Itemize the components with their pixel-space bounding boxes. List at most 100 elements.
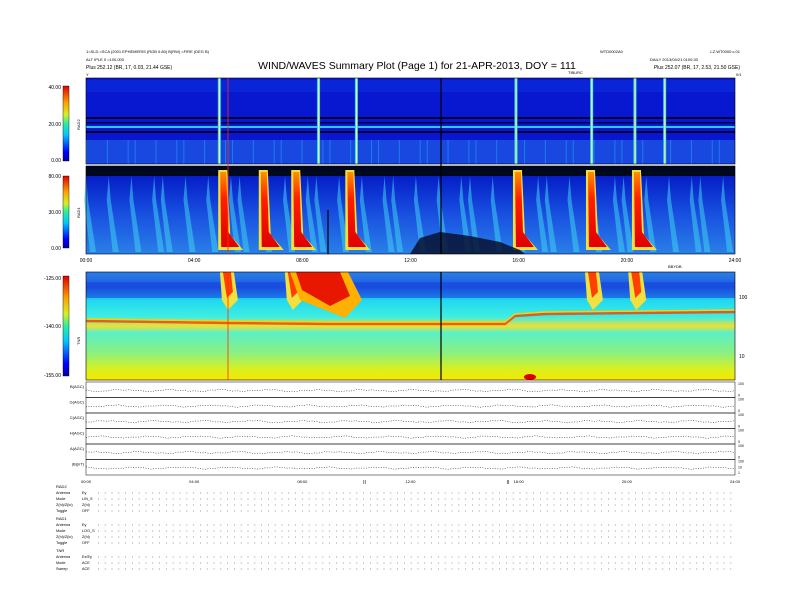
rad2-faint-streak-26: [517, 140, 519, 164]
tnr-right-tick-high: 100: [739, 295, 748, 301]
rad2-faint-streak-24: [475, 140, 477, 164]
rad2-faint-streak-32: [614, 140, 616, 164]
rad2-colorbar-min: 0.00: [51, 158, 61, 164]
header-right-line1: WTD0002A0: [600, 49, 624, 54]
rad2-burst-core-5: [634, 78, 636, 164]
info-rad1-row-3-name: Toggle: [56, 541, 67, 545]
info-rad2-row-1-name: Mode: [56, 497, 66, 501]
lower-tick-label-5: 20:00: [622, 479, 633, 484]
lower-tick-label-6: 24:00: [730, 479, 741, 484]
strip-2-right-tick-0: 100: [738, 413, 744, 417]
header-right-line1b: LZ.WT0000 c.01: [710, 49, 740, 54]
rad2-panel: [85, 77, 736, 165]
rad2-faint-streak-13: [301, 140, 303, 164]
strip-line-1: [85, 404, 736, 408]
strip-line-3: [85, 435, 736, 439]
lower-marker-1: II: [506, 480, 509, 486]
strip-5-right-tick-2: 1: [738, 471, 740, 475]
info-rad1-row-3-value: OFF: [82, 541, 90, 545]
strip-line-4: [85, 450, 736, 455]
rad2-faint-streak-4: [155, 140, 157, 164]
info-tnr-row-0-value: Ex/Ey: [82, 555, 92, 559]
rad2-faint-streak-19: [398, 140, 400, 164]
strip-1-right-tick-0: 100: [738, 398, 744, 402]
strip-label-0: B(AGC): [70, 384, 85, 389]
rad2-faint-streak-10: [252, 140, 254, 164]
rad2-dark-band-3: [86, 131, 735, 133]
upper-tick-label-5: 20:00: [621, 258, 634, 264]
strip-5-right-tick-1: 10: [738, 465, 742, 469]
header-left-orbit: Plus 252.12 (BR, 17, 0.03, 21.44 GSE): [86, 65, 172, 71]
strip-line-2: [85, 419, 736, 424]
info-tnr-row-0-name: Antenna: [56, 555, 71, 559]
strip-4-right-tick-0: 100: [738, 444, 744, 448]
strip-frame-4: [85, 443, 736, 460]
info-tnr-title: TNR: [56, 548, 64, 553]
strip-frame-2: [85, 412, 736, 429]
strip-frame-1: [85, 397, 736, 414]
rad2-dark-band-2: [86, 122, 735, 124]
rad1-colorbar-min: 0.00: [51, 246, 61, 252]
tnr-low-feature: [524, 374, 536, 380]
rad1-colorbar-mid: 30.00: [48, 210, 61, 216]
plot-title: WIND/WAVES Summary Plot (Page 1) for 21-…: [258, 60, 576, 72]
info-tnr-row-1-name: Mode: [56, 561, 66, 565]
rad2-faint-streak-25: [496, 140, 498, 164]
strip-3-right-tick-0: 100: [738, 429, 744, 433]
upper-tick-label-4: 16:00: [512, 258, 525, 264]
rad2-faint-streak-37: [690, 140, 692, 164]
info-rad2-title: RAD2: [56, 484, 67, 489]
header-left-line2: ALT IPLE 0 =100,000: [86, 57, 125, 62]
instrument-settings-block: RAD2 Antenna Ey Mode LIN_S Z(hi)/Z(lo) Z(hi) To…: [56, 484, 735, 571]
info-rad1-row-2-name: Z(hi)/Z(lo): [56, 535, 73, 539]
strip-label-1: G(AGC): [70, 400, 85, 405]
rad2-faint-streak-22: [447, 140, 449, 164]
tnr-colorbar: [62, 275, 70, 377]
rad2-faint-streak-20: [419, 140, 421, 164]
tnr-colorbar-min: -155.00: [44, 373, 61, 379]
tnr-right-tick-low: 10: [739, 354, 745, 360]
strip-label-5: |B|(nT): [72, 462, 85, 467]
rad2-faint-streak-21: [426, 140, 428, 164]
rad2-faint-streak-1: [106, 140, 108, 164]
rad2-burst-core-2: [355, 78, 358, 164]
tnr-colorbar-max: -125.00: [44, 276, 61, 282]
rad2-dark-band-1: [86, 117, 735, 119]
info-rad1-row-0-name: Antenna: [56, 523, 71, 527]
lower-tick-label-2: 08:00: [297, 479, 308, 484]
rad2-faint-streak-9: [232, 140, 234, 164]
rad2-faint-streak-12: [280, 140, 282, 164]
line-strips: B(AGC) 1000G(AGC) 1000C(AGC) 1000H(AGC) 1000…: [70, 381, 744, 476]
rad2-faint-streak-38: [711, 140, 713, 164]
lower-tick-label-3: 12:00: [405, 479, 416, 484]
rad2-faint-streak-29: [565, 140, 567, 164]
strip-label-3: H(AGC): [70, 431, 85, 436]
rad2-faint-streak-36: [670, 140, 672, 164]
header-left-line1: 1=SLD =SCA (2001 EPHEMERIS (RGB 0.80) B(…: [86, 49, 210, 54]
rad1-panel: [84, 165, 736, 255]
rad2-faint-streak-34: [642, 140, 644, 164]
rad2-colorbar-mid: 20.00: [48, 122, 61, 128]
info-rad2-row-0-value: Ey: [82, 491, 87, 495]
rad2-colorbar-max: 40.00: [48, 85, 61, 91]
strip-label-4: A(AGC): [70, 446, 85, 451]
upper-tick-label-6: 24:00: [729, 258, 742, 264]
info-rad2-row-3-name: Toggle: [56, 509, 67, 513]
info-rad1-title: RAD1: [56, 516, 67, 521]
rad2-burst-core-3: [515, 78, 517, 164]
strip-line-5: [85, 466, 736, 470]
rad2-faint-streak-14: [322, 140, 324, 164]
lower-tick-label-4: 16:00: [514, 479, 525, 484]
rad2-faint-streak-23: [468, 140, 470, 164]
strip-frame-3: [85, 428, 736, 445]
plot-canvas: 1=SLD =SCA (2001 EPHEMERIS (RGB 0.80) B(…: [44, 49, 748, 571]
strip-0-right-tick-0: 100: [738, 382, 744, 386]
rad2-faint-streak-3: [134, 140, 136, 164]
lower-tick-label-0: 00:00: [81, 479, 92, 484]
info-tnr-row-1-value: ACE: [82, 561, 90, 565]
rad2-faint-streak-35: [663, 140, 665, 164]
rad2-burst-core-4: [591, 78, 593, 164]
rad2-upper-band: [86, 80, 735, 92]
rad2-burst-core-6: [664, 78, 666, 164]
lower-tick-label-1: 04:00: [189, 479, 200, 484]
